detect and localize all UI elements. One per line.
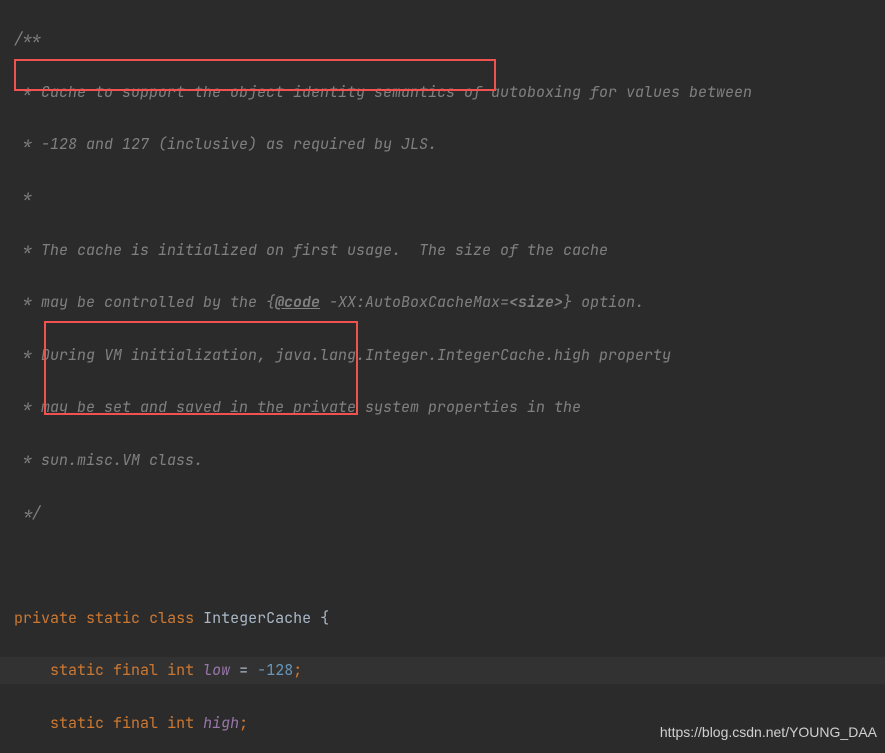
field: low (203, 660, 230, 680)
javadoc-tag: @code (275, 292, 320, 312)
field: high (203, 713, 239, 733)
code-editor[interactable]: /** * Cache to support the object identi… (0, 0, 885, 753)
javadoc-comment: * may be controlled by the { (14, 292, 275, 312)
code-line: * sun.misc.VM class. (0, 447, 885, 473)
keyword: static (86, 608, 140, 628)
javadoc-comment: * During VM initialization, java.lang.In… (14, 345, 671, 365)
code-line: * Cache to support the object identity s… (0, 79, 885, 105)
javadoc-comment: * sun.misc.VM class. (14, 450, 203, 470)
keyword: private (14, 608, 77, 628)
code-line: * (0, 184, 885, 210)
javadoc-comment: /** (14, 29, 41, 49)
code-line (0, 552, 885, 578)
javadoc-comment: */ (14, 503, 41, 523)
keyword: final (113, 713, 158, 733)
code-line: * The cache is initialized on first usag… (0, 237, 885, 263)
javadoc-comment: * may be set and saved in the private sy… (14, 397, 581, 417)
keyword: static (50, 660, 104, 680)
code-line: private static class IntegerCache { (0, 605, 885, 631)
keyword: int (167, 713, 194, 733)
keyword: static (50, 713, 104, 733)
brace: { (320, 608, 329, 628)
code-line: * During VM initialization, java.lang.In… (0, 342, 885, 368)
number: -128 (257, 660, 293, 680)
code-line: * may be controlled by the {@code -XX:Au… (0, 289, 885, 315)
javadoc-comment: * (14, 187, 32, 207)
watermark: https://blog.csdn.net/YOUNG_DAA (660, 719, 877, 745)
keyword: final (113, 660, 158, 680)
code-line: */ (0, 500, 885, 526)
javadoc-comment: } option. (563, 292, 644, 312)
code-line: * -128 and 127 (inclusive) as required b… (0, 131, 885, 157)
javadoc-comment: -XX:AutoBoxCacheMax= (320, 292, 509, 312)
class-name: IntegerCache (203, 608, 311, 628)
keyword: class (149, 608, 194, 628)
code-line: * may be set and saved in the private sy… (0, 394, 885, 420)
javadoc-comment: * Cache to support the object identity s… (14, 82, 752, 102)
code-line-current: static final int low = -128; (0, 657, 885, 683)
javadoc-comment: * The cache is initialized on first usag… (14, 240, 608, 260)
code-line: /** (0, 26, 885, 52)
operator: = (239, 660, 248, 680)
semicolon: ; (239, 713, 248, 733)
javadoc-comment: * -128 and 127 (inclusive) as required b… (14, 134, 437, 154)
javadoc-param: <size> (509, 292, 563, 312)
semicolon: ; (293, 660, 302, 680)
keyword: int (167, 660, 194, 680)
